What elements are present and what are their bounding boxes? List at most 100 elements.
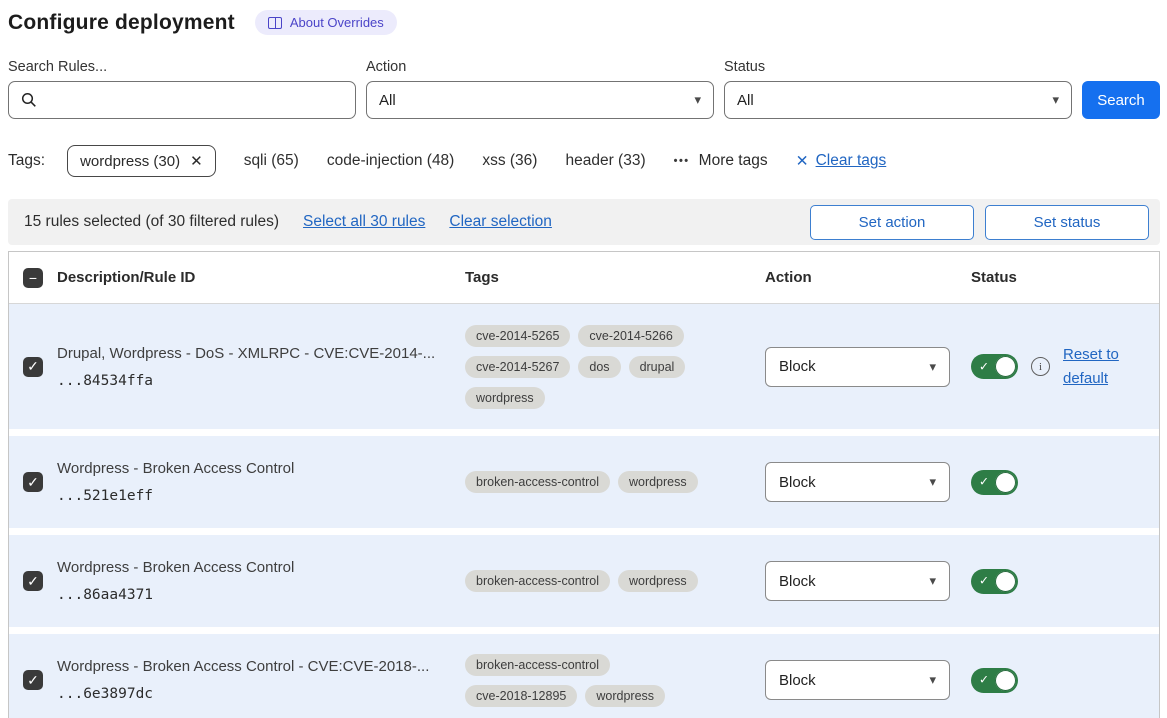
tag-link-header[interactable]: header (33) — [565, 152, 645, 170]
rule-description: Wordpress - Broken Access Control - CVE:… — [57, 658, 465, 675]
tag-link-xss[interactable]: xss (36) — [482, 152, 537, 170]
row-action-cell: Block ▾ — [765, 660, 971, 700]
set-action-button[interactable]: Set action — [810, 205, 974, 240]
tag-link-sqli[interactable]: sqli (65) — [244, 152, 299, 170]
chevron-down-icon: ▾ — [694, 92, 701, 108]
header-action: Action — [765, 269, 971, 286]
reset-to-default-label: Reset to default — [1063, 346, 1119, 387]
row-checkbox[interactable]: ✓ — [23, 357, 43, 377]
selection-summary: 15 rules selected (of 30 filtered rules) — [24, 213, 279, 231]
row-checkbox-cell: ✓ — [9, 670, 57, 690]
row-checkbox-cell: ✓ — [9, 472, 57, 492]
row-description-cell: Wordpress - Broken Access Control ...521… — [57, 460, 465, 504]
select-all-link[interactable]: Select all 30 rules — [303, 213, 425, 231]
clear-tags-link[interactable]: ✕ Clear tags — [796, 152, 887, 171]
row-checkbox[interactable]: ✓ — [23, 472, 43, 492]
action-select[interactable]: Block ▾ — [765, 347, 950, 387]
chevron-down-icon: ▾ — [929, 359, 936, 375]
row-checkbox[interactable]: ✓ — [23, 571, 43, 591]
check-icon: ✓ — [27, 573, 39, 590]
action-select[interactable]: Block ▾ — [765, 561, 950, 601]
tag-pill: drupal — [629, 356, 686, 378]
check-icon: ✓ — [979, 475, 989, 489]
search-rules-input[interactable] — [8, 81, 356, 119]
tags-label: Tags: — [8, 152, 45, 170]
table-row: ✓ Drupal, Wordpress - DoS - XMLRPC - CVE… — [9, 304, 1159, 429]
tag-pill: cve-2014-5265 — [465, 325, 570, 347]
selection-buttons: Set action Set status — [810, 205, 1149, 240]
book-icon — [268, 17, 282, 29]
status-toggle[interactable]: ✓ — [971, 470, 1018, 495]
ellipsis-icon: ••• — [674, 155, 690, 167]
header-checkbox-cell: − — [9, 268, 57, 288]
check-icon: ✓ — [27, 358, 39, 375]
tags-bar: Tags: wordpress (30) ✕ sqli (65) code-in… — [8, 145, 1160, 177]
row-description-cell: Drupal, Wordpress - DoS - XMLRPC - CVE:C… — [57, 345, 465, 389]
rule-description: Wordpress - Broken Access Control — [57, 460, 465, 477]
row-checkbox[interactable]: ✓ — [23, 670, 43, 690]
header-status: Status — [971, 269, 1159, 286]
action-filter-select[interactable]: All ▾ — [366, 81, 714, 119]
status-filter-label: Status — [724, 59, 1072, 75]
tag-pill: cve-2014-5267 — [465, 356, 570, 378]
action-select[interactable]: Block ▾ — [765, 660, 950, 700]
toggle-knob — [995, 356, 1016, 377]
table-row: ✓ Wordpress - Broken Access Control - CV… — [9, 634, 1159, 718]
check-icon: ✓ — [979, 673, 989, 687]
row-checkbox-cell: ✓ — [9, 357, 57, 377]
set-status-button[interactable]: Set status — [985, 205, 1149, 240]
page-title: Configure deployment — [8, 11, 235, 35]
action-select-value: Block — [779, 358, 816, 375]
selected-tag-wordpress[interactable]: wordpress (30) ✕ — [67, 145, 216, 177]
tag-pill: dos — [578, 356, 620, 378]
row-tags: broken-access-controlwordpress — [465, 471, 720, 493]
clear-selection-link[interactable]: Clear selection — [449, 213, 552, 231]
select-all-checkbox[interactable]: − — [23, 268, 43, 288]
tag-pill: wordpress — [618, 570, 698, 592]
row-status-cell: ✓ i — [971, 668, 1159, 693]
status-filter-select[interactable]: All ▾ — [724, 81, 1072, 119]
search-rules-filter: Search Rules... — [8, 59, 356, 119]
tag-pill: wordpress — [465, 387, 545, 409]
row-action-cell: Block ▾ — [765, 462, 971, 502]
status-filter: Status All ▾ — [724, 59, 1072, 119]
more-tags-button[interactable]: ••• More tags — [674, 152, 768, 170]
about-overrides-badge[interactable]: About Overrides — [255, 10, 397, 35]
chevron-down-icon: ▾ — [929, 474, 936, 490]
row-description-cell: Wordpress - Broken Access Control - CVE:… — [57, 658, 465, 702]
about-overrides-label: About Overrides — [290, 15, 384, 30]
close-icon: ✕ — [796, 152, 809, 171]
check-icon: ✓ — [27, 474, 39, 491]
tag-pill: cve-2018-12895 — [465, 685, 577, 707]
action-select[interactable]: Block ▾ — [765, 462, 950, 502]
indeterminate-icon: − — [29, 270, 37, 286]
more-tags-label: More tags — [699, 152, 768, 170]
row-checkbox-cell: ✓ — [9, 571, 57, 591]
info-icon[interactable]: i — [1031, 357, 1050, 376]
status-toggle[interactable]: ✓ — [971, 354, 1018, 379]
row-status-cell: ✓ i Reset to default — [971, 343, 1159, 391]
chevron-down-icon: ▾ — [929, 573, 936, 589]
table-row: ✓ Wordpress - Broken Access Control ...8… — [9, 535, 1159, 627]
row-tags: broken-access-controlcve-2018-12895wordp… — [465, 654, 720, 707]
status-filter-value: All — [737, 92, 754, 109]
status-toggle[interactable]: ✓ — [971, 569, 1018, 594]
search-icon — [21, 92, 37, 108]
toggle-knob — [995, 670, 1016, 691]
action-filter-label: Action — [366, 59, 714, 75]
search-button[interactable]: Search — [1082, 81, 1160, 119]
action-select-value: Block — [779, 672, 816, 689]
header-description: Description/Rule ID — [57, 269, 465, 286]
search-rules-label: Search Rules... — [8, 59, 356, 75]
row-description-cell: Wordpress - Broken Access Control ...86a… — [57, 559, 465, 603]
header-tags: Tags — [465, 269, 765, 286]
configure-deployment-page: Configure deployment About Overrides Sea… — [0, 0, 1167, 718]
close-icon[interactable]: ✕ — [190, 152, 203, 170]
title-row: Configure deployment About Overrides — [8, 10, 1160, 35]
table-body: ✓ Drupal, Wordpress - DoS - XMLRPC - CVE… — [9, 304, 1159, 718]
tag-link-code-injection[interactable]: code-injection (48) — [327, 152, 455, 170]
rule-id: ...86aa4371 — [57, 587, 465, 603]
rules-table: − Description/Rule ID Tags Action Status… — [8, 251, 1160, 718]
reset-to-default-link[interactable]: Reset to default — [1063, 343, 1129, 391]
status-toggle[interactable]: ✓ — [971, 668, 1018, 693]
